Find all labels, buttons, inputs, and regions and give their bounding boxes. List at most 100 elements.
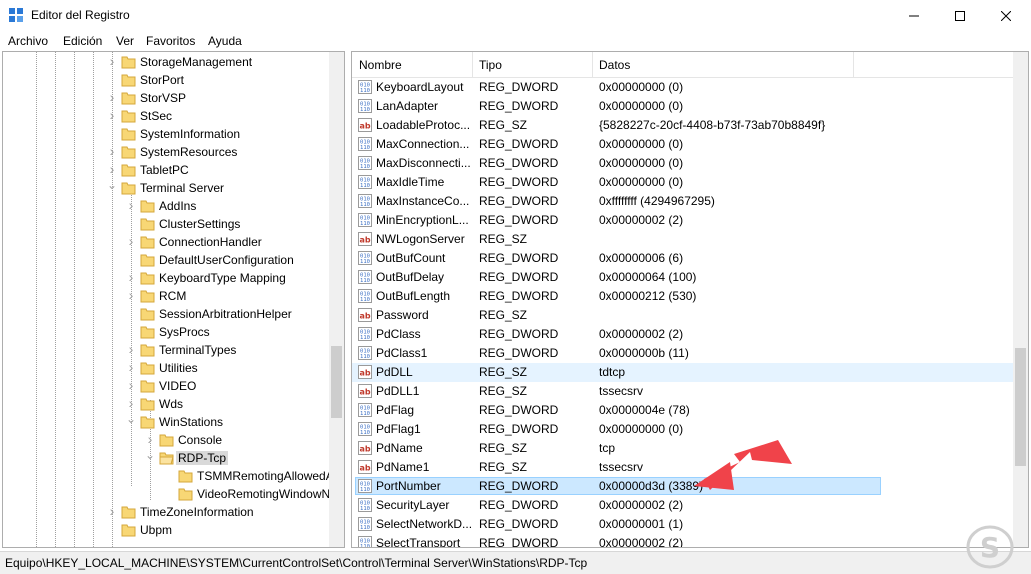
value-data-cell: 0x00000000 (0) xyxy=(599,80,684,94)
reg-dword-icon: 010110 xyxy=(358,327,372,341)
column-header-data[interactable]: Datos xyxy=(592,52,852,78)
menu-edicion[interactable]: Edición xyxy=(63,34,102,48)
tree-node[interactable]: ClusterSettings xyxy=(3,215,329,233)
value-row[interactable]: 010 110 LanAdapter REG_DWORD 0x00000000 (0) xyxy=(352,97,1014,116)
tree-node[interactable]: › TabletPC xyxy=(3,161,329,179)
value-row[interactable]: 010 110 SelectTransport REG_DWORD 0x00000002… xyxy=(352,534,1014,548)
tree-node[interactable]: ⌄ RDP-Tcp xyxy=(3,449,329,467)
chevron-right-icon[interactable]: › xyxy=(126,198,136,212)
value-type-cell: REG_DWORD xyxy=(479,498,559,512)
chevron-right-icon[interactable]: › xyxy=(107,144,117,158)
value-row[interactable]: 010 110 OutBufDelay REG_DWORD 0x00000064 (10… xyxy=(352,268,1014,287)
value-row[interactable]: ab PdName1 REG_SZ tssecsrv xyxy=(352,458,1014,477)
reg-dword-icon: 010110 xyxy=(358,251,372,265)
tree-node[interactable]: › VIDEO xyxy=(3,377,329,395)
value-row[interactable]: 010 110 OutBufCount REG_DWORD 0x00000006 (6) xyxy=(352,249,1014,268)
tree-node[interactable]: SystemInformation xyxy=(3,125,329,143)
value-row[interactable]: 010 110 SelectNetworkD... REG_DWORD 0x000000… xyxy=(352,515,1014,534)
menu-archivo[interactable]: Archivo xyxy=(8,34,48,48)
tree-node-label: ConnectionHandler xyxy=(159,235,262,249)
chevron-right-icon[interactable]: › xyxy=(126,234,136,248)
key-tree-pane[interactable]: › StorageManagement StorPort › StorVSP › StSec… xyxy=(2,51,345,548)
menu-ver[interactable]: Ver xyxy=(116,34,134,48)
tree-node[interactable]: ⌄ Terminal Server xyxy=(3,179,329,197)
chevron-down-icon[interactable]: ⌄ xyxy=(107,179,117,194)
tree-node[interactable]: StorPort xyxy=(3,71,329,89)
chevron-right-icon[interactable]: › xyxy=(126,270,136,284)
chevron-right-icon[interactable]: › xyxy=(107,162,117,176)
value-row[interactable]: 010 110 MaxIdleTime REG_DWORD 0x00000000 (0) xyxy=(352,173,1014,192)
column-header-name[interactable]: Nombre xyxy=(352,52,470,78)
tree-node[interactable]: Ubpm xyxy=(3,521,329,539)
tree-node[interactable]: VideoRemotingWindowNames xyxy=(3,485,329,503)
chevron-right-icon[interactable]: › xyxy=(126,378,136,392)
chevron-right-icon[interactable]: › xyxy=(145,432,155,446)
chevron-right-icon[interactable]: › xyxy=(126,288,136,302)
value-row[interactable]: ab PdDLL1 REG_SZ tssecsrv xyxy=(352,382,1014,401)
tree-node[interactable]: › ConnectionHandler xyxy=(3,233,329,251)
tree-node[interactable]: › TimeZoneInformation xyxy=(3,503,329,521)
list-scrollbar-thumb[interactable] xyxy=(1015,348,1026,466)
close-button[interactable] xyxy=(983,0,1029,31)
tree-scrollbar-thumb[interactable] xyxy=(331,346,342,418)
tree-node[interactable]: › SystemResources xyxy=(3,143,329,161)
tree-node[interactable]: › StSec xyxy=(3,107,329,125)
value-row[interactable]: 010 110 PdClass REG_DWORD 0x00000002 (2) xyxy=(352,325,1014,344)
reg-sz-icon: ab xyxy=(358,232,372,246)
tree-node[interactable]: DefaultUserConfiguration xyxy=(3,251,329,269)
value-row[interactable]: ab PdName REG_SZ tcp xyxy=(352,439,1014,458)
value-row[interactable]: 010 110 MaxInstanceCo... REG_DWORD 0xfffffff… xyxy=(352,192,1014,211)
tree-node-label: SystemInformation xyxy=(140,127,241,141)
menu-ayuda[interactable]: Ayuda xyxy=(208,34,242,48)
value-row[interactable]: 010 110 SecurityLayer REG_DWORD 0x00000002 (… xyxy=(352,496,1014,515)
chevron-right-icon[interactable]: › xyxy=(107,90,117,104)
chevron-right-icon[interactable]: › xyxy=(126,360,136,374)
chevron-right-icon[interactable]: › xyxy=(126,396,136,410)
tree-node[interactable]: SysProcs xyxy=(3,323,329,341)
menu-favoritos[interactable]: Favoritos xyxy=(146,34,195,48)
svg-text:ab: ab xyxy=(359,369,370,378)
tree-node[interactable]: › Console xyxy=(3,431,329,449)
tree-node[interactable]: › KeyboardType Mapping xyxy=(3,269,329,287)
value-row[interactable]: ab LoadableProtoc... REG_SZ {5828227c-20cf-… xyxy=(352,116,1014,135)
value-row[interactable]: 010 110 OutBufLength REG_DWORD 0x00000212 (5… xyxy=(352,287,1014,306)
minimize-button[interactable] xyxy=(891,0,937,31)
tree-node[interactable]: ⌄ WinStations xyxy=(3,413,329,431)
value-row[interactable]: 010 110 KeyboardLayout REG_DWORD 0x00000000 … xyxy=(352,78,1014,97)
value-data-cell: 0x0000000b (11) xyxy=(599,346,689,360)
tree-node[interactable]: TSMMRemotingAllowedApps xyxy=(3,467,329,485)
tree-scrollbar[interactable] xyxy=(329,52,344,547)
list-scrollbar[interactable] xyxy=(1013,52,1028,547)
value-row[interactable]: 010 110 PdFlag1 REG_DWORD 0x00000000 (0) xyxy=(352,420,1014,439)
folder-icon xyxy=(121,74,136,87)
tree-node[interactable]: SessionArbitrationHelper xyxy=(3,305,329,323)
value-row[interactable]: 010 110 PdFlag REG_DWORD 0x0000004e (78) xyxy=(352,401,1014,420)
column-header-type[interactable]: Tipo xyxy=(472,52,592,78)
chevron-right-icon[interactable]: › xyxy=(107,54,117,68)
tree-node[interactable]: › Wds xyxy=(3,395,329,413)
value-row[interactable]: 010 110 PdClass1 REG_DWORD 0x0000000b (11) xyxy=(352,344,1014,363)
value-row[interactable]: ab PdDLL REG_SZ tdtcp xyxy=(352,363,1014,382)
tree-node-label: WinStations xyxy=(159,415,224,429)
value-row[interactable]: 010 110 MaxDisconnecti... REG_DWORD 0x000000… xyxy=(352,154,1014,173)
value-data-cell: 0x00000006 (6) xyxy=(599,251,684,265)
chevron-right-icon[interactable]: › xyxy=(107,108,117,122)
value-row[interactable]: ab NWLogonServer REG_SZ xyxy=(352,230,1014,249)
value-type-cell: REG_DWORD xyxy=(479,536,559,548)
chevron-down-icon[interactable]: ⌄ xyxy=(145,449,155,464)
maximize-button[interactable] xyxy=(937,0,983,31)
value-row[interactable]: 010 110 PortNumber REG_DWORD 0x00000d3d (338… xyxy=(352,477,1014,496)
chevron-right-icon[interactable]: › xyxy=(126,342,136,356)
chevron-right-icon[interactable]: › xyxy=(107,504,117,518)
tree-node[interactable]: › StorVSP xyxy=(3,89,329,107)
chevron-down-icon[interactable]: ⌄ xyxy=(126,413,136,428)
value-row[interactable]: 010 110 MaxConnection... REG_DWORD 0x0000000… xyxy=(352,135,1014,154)
tree-node[interactable]: › StorageManagement xyxy=(3,53,329,71)
tree-node[interactable]: › RCM xyxy=(3,287,329,305)
key-tree[interactable]: › StorageManagement StorPort › StorVSP › StSec… xyxy=(3,52,329,547)
value-row[interactable]: 010 110 MinEncryptionL... REG_DWORD 0x000000… xyxy=(352,211,1014,230)
tree-node[interactable]: › TerminalTypes xyxy=(3,341,329,359)
tree-node[interactable]: › AddIns xyxy=(3,197,329,215)
value-row[interactable]: ab Password REG_SZ xyxy=(352,306,1014,325)
tree-node[interactable]: › Utilities xyxy=(3,359,329,377)
